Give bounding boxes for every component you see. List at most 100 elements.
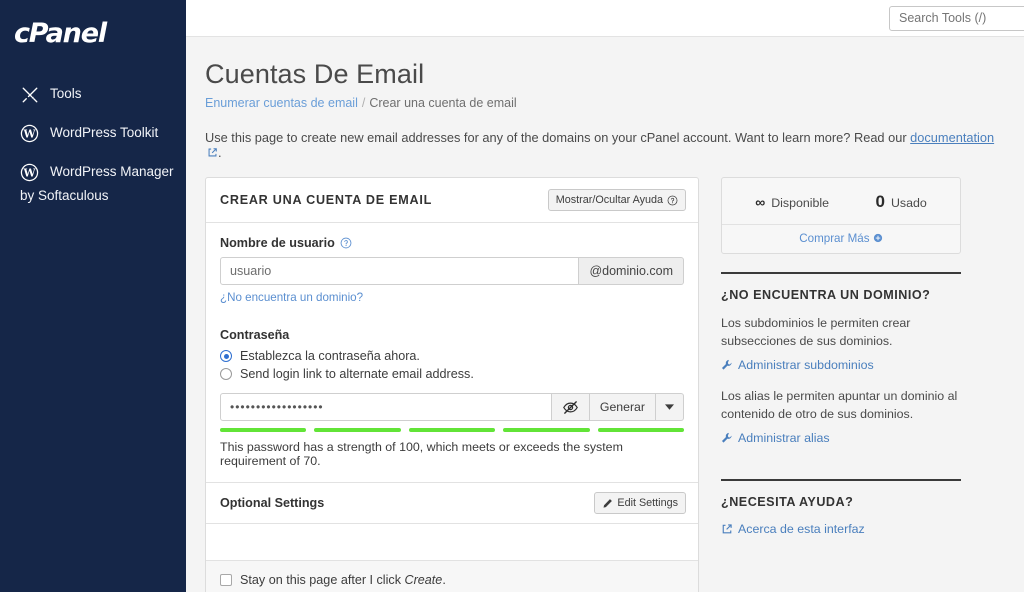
question-circle-icon: [667, 195, 678, 206]
breadcrumb-link-list-accounts[interactable]: Enumerar cuentas de email: [205, 96, 358, 110]
chevron-down-icon: [665, 403, 674, 411]
right-rail: ∞ Disponible 0 Usado Comprar Más ¿NO ENC…: [721, 177, 961, 540]
rail-divider: [721, 272, 961, 274]
buy-more-label: Comprar Más: [799, 232, 870, 245]
quota-available-label: Disponible: [771, 196, 830, 210]
external-link-icon: [721, 523, 733, 535]
edit-settings-label: Edit Settings: [617, 497, 678, 509]
external-link-icon: [207, 147, 218, 158]
stay-on-page-emphasis: Create: [404, 573, 443, 587]
sidebar-item-wordpress-toolkit[interactable]: W WordPress Toolkit: [0, 114, 186, 153]
toggle-help-label: Mostrar/Ocultar Ayuda: [555, 194, 663, 206]
edit-settings-button[interactable]: Edit Settings: [594, 492, 686, 514]
stay-on-page-checkbox[interactable]: [220, 574, 232, 586]
create-email-panel: CREAR UNA CUENTA DE EMAIL Mostrar/Oculta…: [205, 177, 699, 592]
username-input[interactable]: [220, 257, 580, 285]
quota-available-value: ∞: [755, 194, 766, 210]
manage-alias-label: Administrar alias: [738, 430, 830, 445]
radio-indicator: [220, 350, 232, 362]
pencil-icon: [602, 498, 613, 509]
manage-subdomains-label: Administrar subdominios: [738, 357, 874, 372]
documentation-link[interactable]: documentation: [910, 130, 994, 145]
username-label: Nombre de usuario: [220, 236, 335, 250]
panel-title: CREAR UNA CUENTA DE EMAIL: [220, 193, 433, 207]
wordpress-icon: W: [20, 163, 39, 182]
manage-subdomains-link[interactable]: Administrar subdominios: [721, 358, 874, 372]
page-description-text: Use this page to create new email addres…: [205, 130, 911, 145]
page-description: Use this page to create new email addres…: [205, 130, 1000, 160]
sidebar-item-label: Tools: [50, 86, 82, 102]
password-label: Contraseña: [220, 328, 290, 342]
generate-password-button[interactable]: Generar: [589, 393, 656, 421]
wordpress-icon: W: [20, 124, 39, 143]
stay-on-page-checkbox-row[interactable]: Stay on this page after I click Create.: [220, 573, 684, 587]
password-strength-text: This password has a strength of 100, whi…: [220, 440, 623, 468]
wrench-icon: [721, 359, 733, 371]
password-strength-meter: [220, 428, 685, 432]
password-section: Contraseña Establezca la contraseña ahor…: [220, 328, 685, 482]
breadcrumb: Enumerar cuentas de email / Crear una cuen…: [205, 96, 1000, 110]
cpanel-logo-text: cPanel: [14, 18, 107, 49]
strength-segment: [408, 428, 496, 432]
page-content: Cuentas De Email Enumerar cuentas de ema…: [186, 37, 1024, 592]
quota-used: 0 Usado: [875, 192, 926, 212]
manage-alias-link[interactable]: Administrar alias: [721, 431, 830, 445]
panel-footer: Stay on this page after I click Create. …: [206, 561, 698, 592]
radio-indicator: [220, 368, 232, 380]
about-this-interface-label: Acerca de esta interfaz: [738, 521, 865, 536]
username-input-group: @dominio.com: [220, 257, 684, 285]
strength-segment: [503, 428, 590, 432]
panel-body: Nombre de usuario @domi: [206, 223, 698, 482]
tools-icon: [20, 85, 39, 104]
username-label-row: Nombre de usuario: [220, 236, 684, 250]
rail-alias-text: Los alias le permiten apuntar un dominio…: [721, 388, 958, 421]
stay-on-page-label: Stay on this page after I click Create.: [240, 573, 446, 587]
sidebar-item-sublabel: by Softaculous: [20, 188, 109, 203]
strength-segment: [220, 428, 307, 432]
radio-set-password-now[interactable]: Establezca la contraseña ahora.: [220, 349, 684, 363]
breadcrumb-current: Crear una cuenta de email: [369, 96, 517, 110]
password-input[interactable]: [220, 393, 552, 421]
strength-segment: [597, 428, 685, 432]
radio-send-login-link[interactable]: Send login link to alternate email addre…: [220, 367, 684, 381]
generate-label: Generar: [599, 400, 645, 414]
toggle-help-button[interactable]: Mostrar/Ocultar Ayuda: [547, 189, 686, 211]
quota-used-value: 0: [875, 192, 885, 211]
about-this-interface-link[interactable]: Acerca de esta interfaz: [721, 522, 865, 536]
eye-slash-icon: [562, 399, 579, 416]
strength-segment: [314, 428, 401, 432]
svg-text:W: W: [23, 128, 37, 141]
main-area: Cuentas De Email Enumerar cuentas de ema…: [186, 0, 1024, 592]
no-domain-link[interactable]: ¿No encuentra un dominio?: [220, 291, 363, 304]
optional-settings-body: [206, 524, 698, 561]
sidebar: cPanel Tools W WordPress Toolkit W WordP…: [0, 0, 186, 592]
radio-label: Send login link to alternate email addre…: [240, 367, 474, 381]
buy-more-link[interactable]: Comprar Más: [722, 225, 960, 253]
sidebar-nav: Tools W WordPress Toolkit W WordPress Ma…: [0, 75, 186, 206]
panel-header: CREAR UNA CUENTA DE EMAIL Mostrar/Oculta…: [206, 178, 698, 223]
radio-label: Establezca la contraseña ahora.: [240, 349, 420, 363]
question-circle-icon[interactable]: [340, 237, 352, 249]
optional-settings-header: Optional Settings Edit Settings: [206, 482, 698, 524]
search-input[interactable]: [889, 5, 1024, 31]
password-options-dropdown-button[interactable]: [656, 393, 684, 421]
page-title: Cuentas De Email: [205, 59, 425, 89]
content-columns: CREAR UNA CUENTA DE EMAIL Mostrar/Oculta…: [205, 177, 1000, 592]
stay-on-page-text-before: Stay on this page after I click: [240, 573, 405, 587]
breadcrumb-separator: /: [361, 96, 366, 110]
cpanel-logo[interactable]: cPanel: [0, 8, 186, 61]
quota-stats: ∞ Disponible 0 Usado: [722, 178, 960, 225]
sidebar-item-label: WordPress Toolkit: [50, 125, 159, 141]
rail-subdomain-text: Los subdominios le permiten crear subsec…: [721, 316, 911, 348]
topbar: [186, 0, 1024, 37]
wrench-icon: [721, 432, 733, 444]
sidebar-item-label: WordPress Manager: [50, 164, 174, 180]
plus-circle-icon: [873, 232, 883, 245]
rail-heading-help: ¿NECESITA AYUDA?: [721, 494, 854, 509]
domain-addon: @dominio.com: [579, 257, 684, 285]
toggle-password-visibility-button[interactable]: [551, 393, 590, 421]
page-description-end: .: [218, 145, 222, 160]
sidebar-item-tools[interactable]: Tools: [0, 75, 186, 114]
rail-divider: [721, 478, 961, 481]
quota-available: ∞ Disponible: [755, 194, 829, 210]
